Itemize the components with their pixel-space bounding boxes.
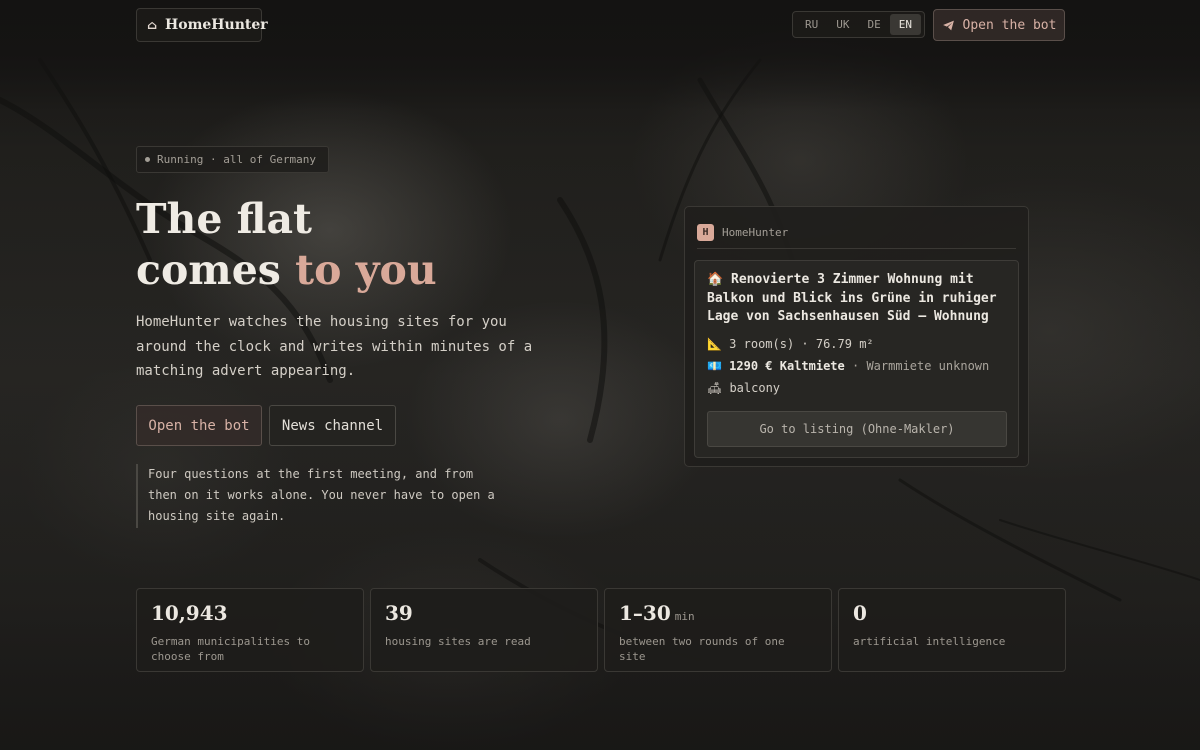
stat-value: 39 xyxy=(385,601,583,629)
go-to-listing-button[interactable]: Go to listing (Ohne-Makler) xyxy=(707,411,1007,447)
brand-logo[interactable]: ⌂ HomeHunter xyxy=(136,8,268,42)
stat-unit: min xyxy=(674,610,695,623)
telegram-plane-icon xyxy=(942,20,954,30)
stat-card: 10,943 German municipalities to choose f… xyxy=(136,588,364,672)
bot-avatar: H xyxy=(697,224,714,241)
bot-message-preview: H HomeHunter 🏠 Renovierte 3 Zimmer Wohnu… xyxy=(684,206,1029,467)
stat-value: 1–30 min xyxy=(619,601,817,629)
listing-features: 🛋 balcony xyxy=(707,381,781,395)
status-badge: Running · all of Germany xyxy=(136,146,329,173)
listing-title: 🏠 Renovierte 3 Zimmer Wohnung mit Balkon… xyxy=(707,272,997,324)
lang-de-button[interactable]: DE xyxy=(859,14,890,35)
stat-card: 1–30 min between two rounds of one site xyxy=(604,588,832,672)
lang-ru-button[interactable]: RU xyxy=(796,14,827,35)
stat-label: artificial intelligence xyxy=(853,635,1006,648)
stat-value: 10,943 xyxy=(151,601,349,629)
listing-rent-warm: · Warmmiete unknown xyxy=(844,359,990,373)
listing-rooms: 📐 3 room(s) · 76.79 m² xyxy=(707,337,874,351)
status-dot-icon xyxy=(145,157,150,162)
stat-card: 39 housing sites are read xyxy=(370,588,598,672)
stat-number: 10,943 xyxy=(151,601,228,625)
onboarding-note: Four questions at the first meeting, and… xyxy=(136,464,496,528)
hero-title-line2: comes xyxy=(136,246,296,294)
preview-sender: HomeHunter xyxy=(722,226,789,239)
open-bot-button[interactable]: Open the bot xyxy=(136,405,262,446)
listing-rent-cold: 💶 1290 € Kaltmiete xyxy=(707,359,845,373)
house-icon: ⌂ xyxy=(147,18,158,32)
stat-value: 0 xyxy=(853,601,1051,629)
lang-en-button[interactable]: EN xyxy=(889,14,921,35)
preview-header: H HomeHunter xyxy=(697,217,1016,249)
stat-number: 1–30 xyxy=(619,601,671,625)
stat-label: housing sites are read xyxy=(385,635,531,648)
stat-card: 0 artificial intelligence xyxy=(838,588,1066,672)
open-bot-header-label: Open the bot xyxy=(962,17,1057,33)
lang-uk-button[interactable]: UK xyxy=(827,14,858,35)
brand-name: HomeHunter xyxy=(165,17,268,33)
hero-title: The flat comes to you xyxy=(136,194,556,296)
stat-label: German municipalities to choose from xyxy=(151,635,310,663)
hero-description: HomeHunter watches the housing sites for… xyxy=(136,314,533,379)
stat-label: between two rounds of one site xyxy=(619,635,785,663)
top-bar: ⌂ HomeHunter RU UK DE EN Open the bot xyxy=(0,0,1200,50)
news-channel-button[interactable]: News channel xyxy=(269,405,396,446)
status-text: Running · all of Germany xyxy=(157,153,316,166)
listing-rent: 💶 1290 € Kaltmiete · Warmmiete unknown xyxy=(707,359,989,373)
hero-title-accent: to you xyxy=(295,246,437,294)
listing-message: 🏠 Renovierte 3 Zimmer Wohnung mit Balkon… xyxy=(694,260,1019,458)
stat-number: 0 xyxy=(853,601,867,625)
language-switcher: RU UK DE EN xyxy=(792,11,925,38)
open-bot-header-button[interactable]: Open the bot xyxy=(933,9,1065,41)
hero-title-line1: The flat xyxy=(136,195,312,243)
stat-number: 39 xyxy=(385,601,413,625)
